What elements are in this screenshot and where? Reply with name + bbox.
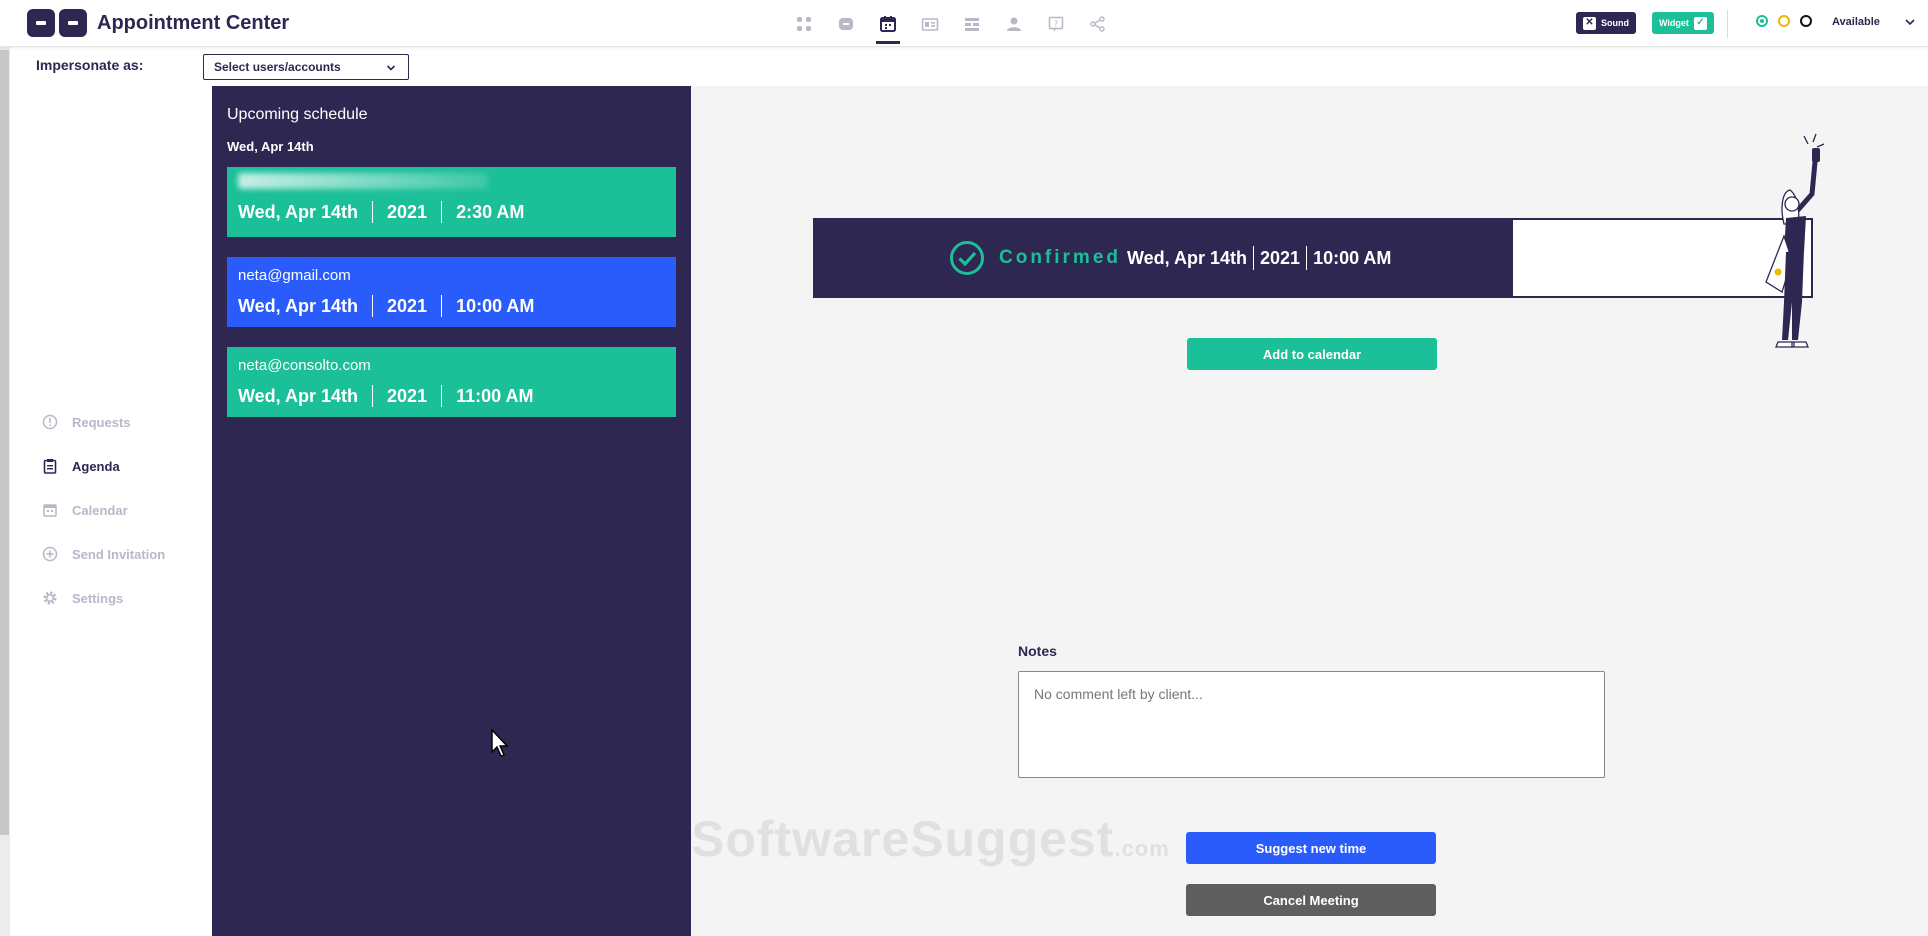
appointment-when: Wed, Apr 14th 2021 2:30 AM bbox=[238, 201, 665, 223]
divider bbox=[372, 201, 374, 223]
chevron-down-icon bbox=[386, 65, 396, 71]
divider bbox=[372, 385, 374, 407]
widget-check-icon: ✓ bbox=[1693, 16, 1707, 30]
divider bbox=[441, 295, 443, 317]
app-logo[interactable] bbox=[27, 9, 87, 37]
confirmed-time: 10:00 AM bbox=[1313, 247, 1392, 268]
sidebar-item-label: Requests bbox=[72, 414, 131, 430]
status-offline-radio-icon[interactable] bbox=[1800, 15, 1812, 27]
appointment-year: 2021 bbox=[387, 385, 428, 406]
appointment-client: neta@consolto.com bbox=[238, 357, 371, 374]
schedule-date-heading: Wed, Apr 14th bbox=[227, 139, 314, 154]
sidebar-item-label: Calendar bbox=[72, 502, 128, 518]
status-available-radio-icon[interactable] bbox=[1756, 15, 1768, 27]
appointment-card[interactable]: Wed, Apr 14th 2021 2:30 AM bbox=[227, 167, 676, 237]
person-icon[interactable] bbox=[1000, 10, 1028, 38]
appointment-date: Wed, Apr 14th bbox=[238, 385, 359, 406]
list-icon[interactable] bbox=[958, 10, 986, 38]
share-icon[interactable] bbox=[1084, 10, 1112, 38]
divider bbox=[441, 385, 443, 407]
confirmed-date: Wed, Apr 14th bbox=[1127, 247, 1248, 268]
notes-textarea[interactable]: No comment left by client... bbox=[1018, 671, 1605, 778]
widget-toggle[interactable]: Widget ✓ bbox=[1652, 12, 1714, 34]
suggest-new-time-button[interactable]: Suggest new time bbox=[1186, 832, 1436, 864]
appointment-year: 2021 bbox=[387, 295, 428, 316]
woman-selfie-illustration bbox=[1765, 133, 1825, 348]
sidebar-item-settings[interactable]: Settings bbox=[42, 590, 123, 606]
header-divider bbox=[1727, 10, 1728, 38]
watermark: SoftwareSuggest.com bbox=[691, 810, 1170, 868]
sidebar-item-label: Agenda bbox=[72, 458, 120, 474]
schedule-title: Upcoming schedule bbox=[227, 106, 368, 123]
upcoming-schedule-panel: Upcoming schedule Wed, Apr 14th Wed, Apr… bbox=[212, 86, 691, 936]
confirmed-when: Wed, Apr 14th 2021 10:00 AM bbox=[1127, 246, 1391, 270]
calendar-icon[interactable] bbox=[874, 10, 902, 44]
check-circle-icon bbox=[950, 241, 984, 275]
sidebar-item-calendar[interactable]: Calendar bbox=[42, 502, 128, 518]
chevron-down-icon[interactable] bbox=[1904, 16, 1916, 28]
appointment-when: Wed, Apr 14th 2021 10:00 AM bbox=[238, 295, 665, 317]
impersonate-label: Impersonate as: bbox=[36, 57, 144, 73]
cancel-meeting-button[interactable]: Cancel Meeting bbox=[1186, 884, 1436, 916]
logo-square-left bbox=[27, 9, 55, 37]
appointment-year: 2021 bbox=[387, 201, 428, 222]
appointment-details: Confirmed Wed, Apr 14th 2021 10:00 AM Ad… bbox=[691, 86, 1928, 936]
appointment-client: neta@gmail.com bbox=[238, 267, 351, 284]
appointment-card-selected[interactable]: neta@gmail.com Wed, Apr 14th 2021 10:00 … bbox=[227, 257, 676, 327]
svg-text:?: ? bbox=[1054, 20, 1058, 29]
watermark-text: SoftwareSuggest bbox=[691, 811, 1115, 867]
dashboard-icon[interactable] bbox=[790, 10, 818, 38]
mouse-cursor-icon bbox=[491, 728, 509, 757]
calendar-icon bbox=[43, 504, 57, 517]
top-nav: ? bbox=[790, 10, 1112, 44]
redacted-client-name bbox=[238, 173, 488, 189]
confirmed-year: 2021 bbox=[1260, 247, 1301, 268]
confirmation-banner: Confirmed Wed, Apr 14th 2021 10:00 AM bbox=[813, 218, 1513, 298]
divider bbox=[1253, 246, 1255, 270]
status-options bbox=[1756, 15, 1812, 27]
sidebar-item-requests[interactable]: Requests bbox=[42, 414, 131, 430]
id-card-icon[interactable] bbox=[916, 10, 944, 38]
sound-label: Sound bbox=[1601, 18, 1629, 28]
watermark-suffix: .com bbox=[1114, 836, 1170, 861]
appointment-card[interactable]: neta@consolto.com Wed, Apr 14th 2021 11:… bbox=[227, 347, 676, 417]
impersonate-select[interactable]: Select users/accounts bbox=[203, 54, 409, 80]
appointment-date: Wed, Apr 14th bbox=[238, 201, 359, 222]
gear-icon bbox=[43, 591, 57, 605]
sound-x-icon: ✕ bbox=[1583, 16, 1596, 30]
sidebar-item-label: Settings bbox=[72, 590, 124, 606]
confirmed-status: Confirmed bbox=[999, 247, 1121, 268]
clipboard-icon bbox=[43, 459, 57, 474]
sound-toggle[interactable]: ✕ Sound bbox=[1576, 12, 1636, 34]
sidebar-item-send-invitation[interactable]: Send Invitation bbox=[42, 546, 165, 562]
divider bbox=[372, 295, 374, 317]
status-away-radio-icon[interactable] bbox=[1778, 15, 1790, 27]
appointment-time: 10:00 AM bbox=[456, 295, 535, 316]
sidebar-item-agenda[interactable]: Agenda bbox=[42, 458, 120, 474]
impersonate-select-value: Select users/accounts bbox=[214, 60, 341, 74]
appointment-client bbox=[238, 173, 665, 191]
appointment-when: Wed, Apr 14th 2021 11:00 AM bbox=[238, 385, 665, 407]
plus-circle-icon bbox=[42, 546, 58, 562]
add-to-calendar-button[interactable]: Add to calendar bbox=[1187, 338, 1437, 370]
appointment-date: Wed, Apr 14th bbox=[238, 295, 359, 316]
app-title: Appointment Center bbox=[97, 12, 290, 34]
divider bbox=[1306, 246, 1308, 270]
status-label[interactable]: Available bbox=[1832, 16, 1880, 28]
help-icon[interactable]: ? bbox=[1042, 10, 1070, 38]
alert-circle-icon bbox=[42, 414, 58, 430]
appointment-time: 11:00 AM bbox=[456, 385, 534, 406]
notes-label: Notes bbox=[1018, 643, 1057, 659]
window-edge bbox=[0, 0, 10, 936]
logo-square-right bbox=[59, 9, 87, 37]
appointment-time: 2:30 AM bbox=[456, 201, 525, 222]
window-scrollbar[interactable] bbox=[0, 50, 9, 835]
left-sidebar: Requests Agenda Calendar Send Invitation… bbox=[10, 86, 212, 936]
divider bbox=[441, 201, 443, 223]
widget-label: Widget bbox=[1659, 18, 1689, 28]
chat-icon[interactable] bbox=[832, 10, 860, 38]
top-header: Appointment Center ? ✕ Sound Widget ✓ Av… bbox=[0, 0, 1928, 47]
sidebar-item-label: Send Invitation bbox=[72, 546, 166, 562]
